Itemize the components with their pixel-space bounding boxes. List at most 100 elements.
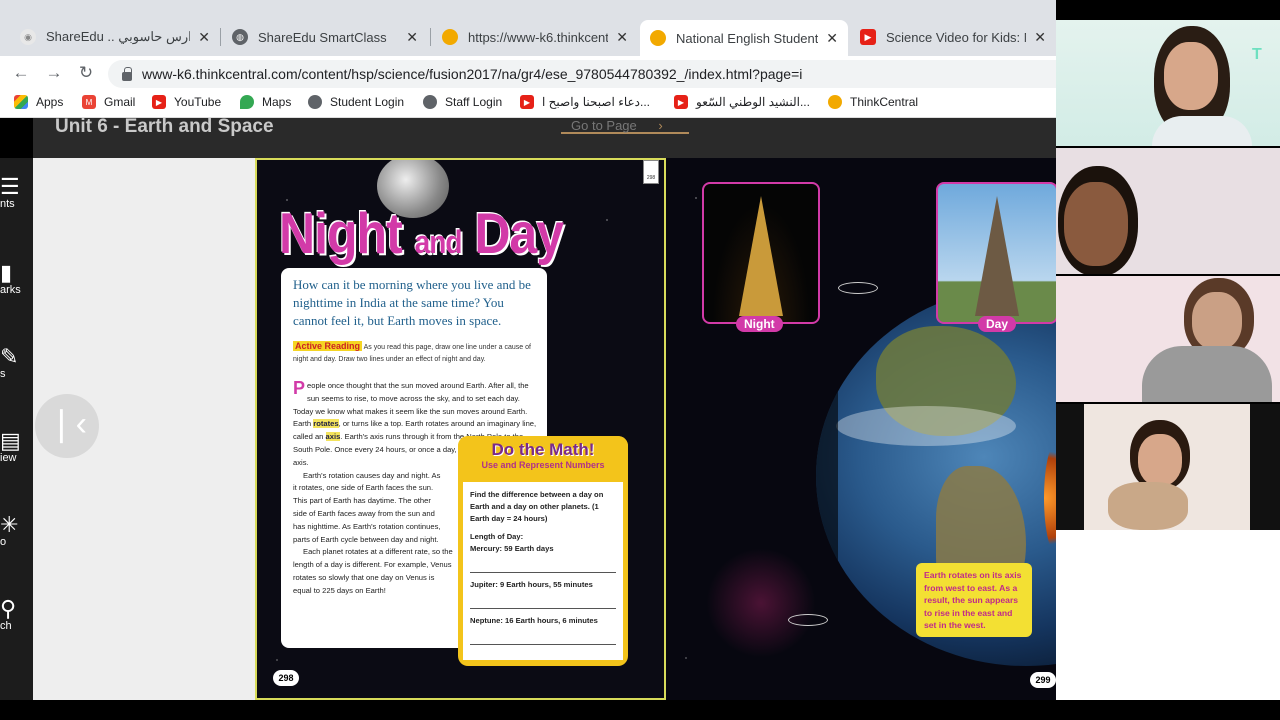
youtube-icon: ▶ (674, 95, 688, 109)
vocab-rotates: rotates (313, 419, 339, 429)
search-icon: ⚲ (0, 596, 17, 621)
math-body: Find the difference between a day on Ear… (463, 482, 623, 660)
plush-toy-image (1108, 482, 1188, 530)
back-arrow-icon[interactable]: ← (10, 62, 32, 84)
left-nav-contents[interactable]: ☰ nts (0, 174, 20, 211)
vocab-axis: axis (325, 432, 341, 442)
tab-title: https://www-k6.thinkcentra (468, 29, 609, 45)
tab-strip: ◉ ShareEdu .. مدارس حاسوبي ✕ ◍ ShareEdu … (0, 0, 1056, 58)
bookmark-thinkcentral[interactable]: ThinkCentral (828, 95, 918, 109)
go-to-page-label: Go to Page (571, 118, 637, 133)
bookmark-duaa[interactable]: ▶ دعاء اصبحنا واصبح ا... (520, 95, 650, 109)
video-tile-2[interactable] (1056, 148, 1280, 274)
answer-line[interactable] (470, 627, 616, 645)
teams-logo-icon: T (1252, 46, 1262, 63)
bookmark-anthem[interactable]: ▶ النشيد الوطني السّعو... (674, 95, 810, 109)
apps-grid-icon (14, 95, 28, 109)
browser-toolbar: ← → ↻ www-k6.thinkcentral.com/content/hs… (0, 56, 1056, 90)
math-subtitle: Use and Represent Numbers (481, 460, 605, 470)
address-bar[interactable]: www-k6.thinkcentral.com/content/hsp/scie… (108, 60, 1056, 88)
math-prompt: Find the difference between a day on Ear… (470, 490, 604, 523)
left-nav-bookmarks[interactable]: ▮ arks (0, 260, 21, 297)
left-nav-notes[interactable]: ✎ s (0, 346, 18, 381)
close-tab-icon[interactable]: ✕ (406, 29, 418, 46)
night-label: Night (736, 316, 783, 332)
tab-national-english-active[interactable]: National English Student E ✕ (640, 20, 848, 56)
youtube-icon: ▶ (520, 95, 534, 109)
bookmark-student-login[interactable]: Student Login (308, 95, 404, 109)
close-tab-icon[interactable]: ✕ (616, 29, 628, 46)
cloud-band (836, 406, 1016, 446)
go-to-page-field[interactable]: Go to Page › (561, 118, 689, 134)
rotation-arrow-icon (788, 614, 828, 626)
bookmark-label: النشيد الوطني السّعو... (696, 95, 810, 109)
left-nav-zoom[interactable]: ✳ o (0, 512, 19, 549)
answer-line[interactable] (470, 555, 616, 573)
left-nav-label: ch (0, 620, 12, 632)
drop-cap: P (293, 378, 306, 398)
forward-arrow-icon[interactable]: → (43, 62, 65, 84)
viewer-header: Unit 6 - Earth and Space Go to Page › (33, 116, 1056, 158)
tab-title: National English Student E (676, 30, 819, 46)
bottom-letterbox (0, 700, 1280, 720)
shareedu-icon: ◉ (20, 29, 36, 45)
page-bookmark-ribbon[interactable]: 298 (643, 160, 659, 184)
bookmark-youtube[interactable]: ▶ YouTube (152, 95, 221, 109)
intro-question: How can it be morning where you live and… (293, 277, 531, 328)
tab-separator (220, 28, 221, 46)
tab-smartclass[interactable]: ◍ ShareEdu SmartClass ✕ (222, 22, 428, 52)
tab-title: ShareEdu .. مدارس حاسوبي (46, 29, 191, 44)
close-tab-icon[interactable]: ✕ (1034, 29, 1046, 46)
video-tile-1[interactable]: T (1056, 20, 1280, 146)
participant-shirt (1142, 346, 1272, 402)
lock-icon (122, 66, 132, 81)
bookmark-apps[interactable]: Apps (14, 95, 63, 109)
video-tile-4[interactable] (1056, 404, 1280, 530)
math-header: Do the Math! Use and Represent Numbers (458, 436, 628, 482)
menu-icon: ☰ (0, 174, 20, 199)
nebula-glow (706, 548, 816, 658)
tab-separator (430, 28, 431, 46)
viewer-left-nav: ☰ nts ▮ arks ✎ s ▤ iew ✳ o ⚲ ch (0, 158, 33, 700)
video-panel-empty (1056, 530, 1280, 700)
participant-face (1192, 292, 1242, 350)
left-nav-search[interactable]: ⚲ ch (0, 596, 17, 633)
bookmark-icon: ▮ (0, 260, 13, 285)
tab-thinkcentral-url[interactable]: https://www-k6.thinkcentra ✕ (432, 22, 638, 52)
chevron-right-icon: › (658, 118, 663, 133)
active-reading-tag: Active Reading (293, 341, 363, 351)
bookmark-label: Student Login (330, 95, 405, 109)
left-nav-overview[interactable]: ▤ iew (0, 428, 21, 465)
video-tile-3[interactable] (1056, 276, 1280, 402)
eiffel-tower-icon (975, 196, 1019, 316)
tab-shareedu[interactable]: ◉ ShareEdu .. مدارس حاسوبي ✕ (10, 22, 220, 52)
tab-title: Science Video for Kids: Nat (886, 29, 1026, 45)
reload-icon[interactable]: ↻ (75, 62, 97, 84)
unit-title: Unit 6 - Earth and Space (55, 116, 274, 137)
previous-page-button[interactable]: ❘‹ (35, 394, 99, 458)
math-neptune: Neptune: 16 Earth hours, 6 minutes (470, 616, 598, 625)
participant-shirt (1152, 116, 1252, 146)
rotation-fact-box: Earth rotates on its axis from west to e… (916, 563, 1032, 637)
gmail-icon: M (82, 95, 96, 109)
math-title: Do the Math! (491, 440, 595, 459)
list-icon: ▤ (0, 428, 21, 453)
close-tab-icon[interactable]: ✕ (198, 29, 210, 46)
bookmark-label: Staff Login (445, 95, 503, 109)
sparkle-icon: ✳ (0, 512, 19, 537)
bookmark-maps[interactable]: Maps (240, 95, 291, 109)
globe-icon (308, 95, 322, 109)
address-url: www-k6.thinkcentral.com/content/hsp/scie… (142, 66, 803, 82)
book-page-left: 298 Night and Day How can it be morning … (255, 158, 666, 700)
math-jupiter: Jupiter: 9 Earth hours, 55 minutes (470, 580, 593, 589)
bookmark-staff-login[interactable]: Staff Login (423, 95, 502, 109)
bookmark-gmail[interactable]: M Gmail (82, 95, 135, 109)
answer-line[interactable] (470, 591, 616, 609)
bookmark-label: Gmail (104, 95, 136, 109)
close-tab-icon[interactable]: ✕ (826, 30, 838, 47)
rotation-arrow-icon (838, 282, 878, 294)
eiffel-tower-icon (739, 196, 783, 316)
thinkcentral-icon (650, 30, 666, 46)
tab-science-video[interactable]: ▶ Science Video for Kids: Nat ✕ (850, 22, 1056, 52)
bookmark-label: Maps (262, 95, 292, 109)
